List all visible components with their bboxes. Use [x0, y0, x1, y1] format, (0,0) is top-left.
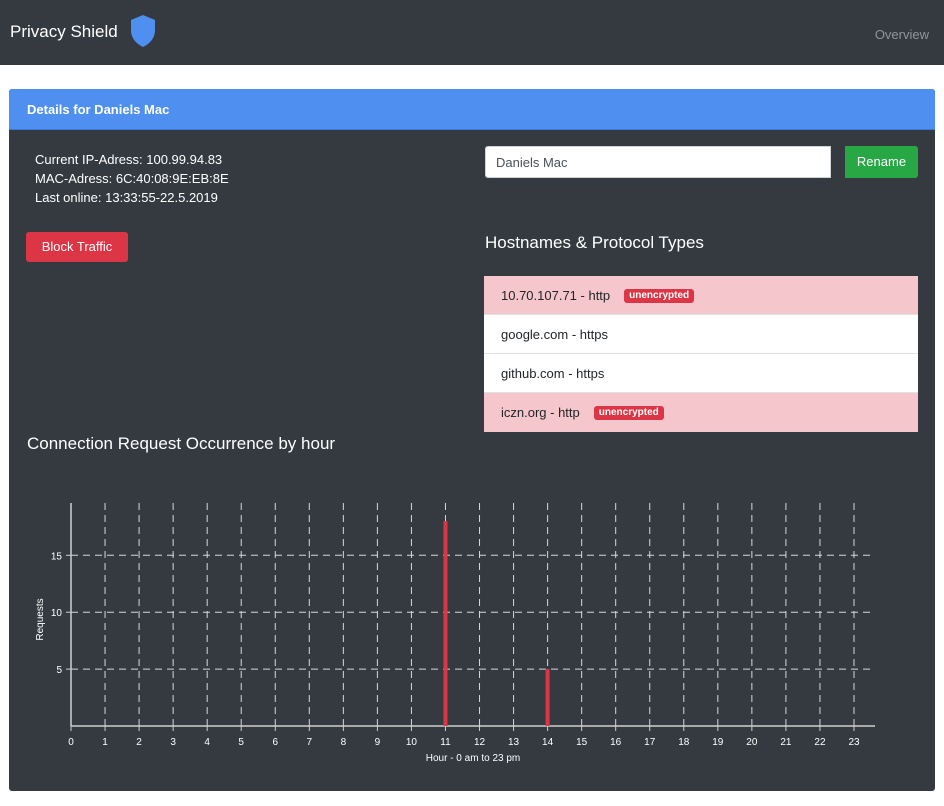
- unencrypted-badge: unencrypted: [593, 405, 664, 420]
- ip-address-text: Current IP-Adress: 100.99.94.83: [35, 152, 223, 167]
- x-tick-label: 23: [848, 737, 860, 748]
- chart-bar: [443, 521, 448, 726]
- x-tick-label: 13: [508, 737, 520, 748]
- unencrypted-badge: unencrypted: [624, 288, 695, 303]
- x-tick-label: 0: [68, 737, 74, 748]
- hostname-label: 10.70.107.71 - http: [501, 288, 611, 303]
- x-tick-label: 19: [712, 737, 724, 748]
- shield-icon: [131, 15, 155, 47]
- x-tick-label: 8: [341, 737, 347, 748]
- x-tick-label: 9: [375, 737, 381, 748]
- x-tick-label: 2: [136, 737, 142, 748]
- hostnames-title: Hostnames & Protocol Types: [485, 233, 704, 252]
- list-item: 10.70.107.71 - http unencrypted: [484, 276, 918, 315]
- x-tick-label: 3: [170, 737, 176, 748]
- x-tick-label: 4: [204, 737, 210, 748]
- list-item: google.com - https: [484, 315, 918, 354]
- x-tick-label: 17: [644, 737, 656, 748]
- block-traffic-button[interactable]: Block Traffic: [26, 232, 128, 262]
- hostname-list: 10.70.107.71 - http unencrypted google.co…: [484, 276, 918, 432]
- x-tick-label: 20: [746, 737, 758, 748]
- x-tick-label: 16: [610, 737, 622, 748]
- rename-button[interactable]: Rename: [845, 146, 918, 178]
- mac-address-text: MAC-Adress: 6C:40:08:9E:EB:8E: [35, 171, 229, 186]
- x-tick-label: 12: [474, 737, 486, 748]
- requests-by-hour-chart: 0 1 2 3 4 5 6 7 8 9 10 11 12 13 14 15 16 17 18 19 20 21 22 2351…: [35, 503, 875, 764]
- x-tick-label: 5: [238, 737, 244, 748]
- hostname-label: google.com - https: [501, 327, 608, 342]
- nav-link-overview[interactable]: Overview: [875, 27, 929, 42]
- y-tick-label: 10: [51, 608, 63, 619]
- hostname-label: github.com - https: [501, 366, 605, 381]
- hostname-label: iczn.org - http: [501, 405, 580, 420]
- y-axis-label: Requests: [35, 598, 46, 640]
- x-tick-label: 14: [542, 737, 554, 748]
- x-tick-label: 22: [814, 737, 826, 748]
- x-axis-label: Hour - 0 am to 23 pm: [426, 753, 520, 764]
- last-online-text: Last online: 13:33:55-22.5.2019: [35, 190, 218, 205]
- navbar: Privacy Shield Overview: [0, 0, 944, 65]
- list-item: iczn.org - http unencrypted: [484, 393, 918, 432]
- card-header: Details for Daniels Mac: [9, 89, 935, 130]
- x-tick-label: 1: [102, 737, 108, 748]
- brand-title[interactable]: Privacy Shield: [10, 22, 118, 42]
- x-tick-label: 6: [272, 737, 278, 748]
- chart-title: Connection Request Occurrence by hour: [27, 434, 336, 453]
- chart-bar: [545, 669, 550, 726]
- device-details-card: Details for Daniels Mac Current IP-Adres…: [9, 89, 935, 791]
- y-tick-label: 15: [51, 551, 63, 562]
- x-tick-label: 15: [576, 737, 588, 748]
- device-name-input[interactable]: [485, 146, 831, 178]
- x-tick-label: 10: [406, 737, 418, 748]
- x-tick-label: 21: [780, 737, 792, 748]
- card-header-title: Details for Daniels Mac: [27, 102, 170, 117]
- x-tick-label: 7: [307, 737, 313, 748]
- x-tick-label: 18: [678, 737, 690, 748]
- y-tick-label: 5: [56, 665, 62, 676]
- x-tick-label: 11: [440, 737, 451, 748]
- list-item: github.com - https: [484, 354, 918, 393]
